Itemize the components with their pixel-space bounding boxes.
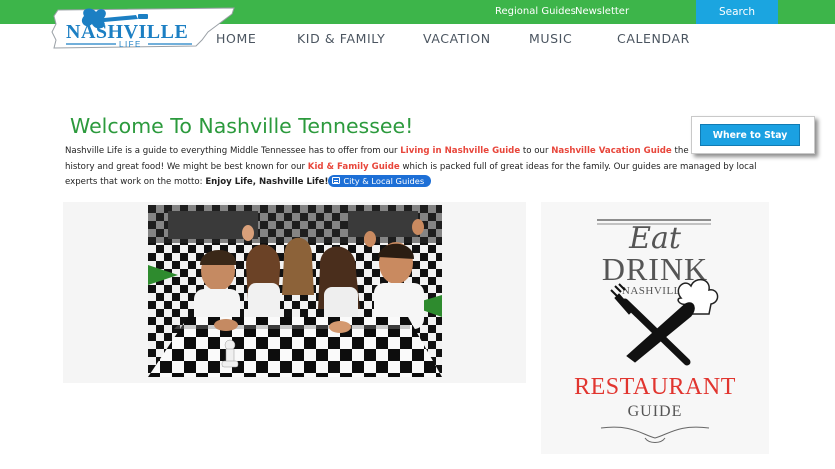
- nav-kid-family[interactable]: KID & FAMILY: [297, 31, 385, 46]
- nav-calendar[interactable]: CALENDAR: [617, 31, 690, 46]
- city-local-guides-label: City & Local Guides: [343, 176, 425, 187]
- page-title: Welcome To Nashville Tennessee!: [70, 114, 414, 138]
- nav-music[interactable]: MUSIC: [529, 31, 572, 46]
- search-button[interactable]: Search: [696, 0, 778, 24]
- nav-vacation[interactable]: VACATION: [423, 31, 491, 46]
- friends-chessboard-photo[interactable]: [148, 205, 442, 377]
- living-in-nashville-link[interactable]: Living in Nashville Guide: [400, 146, 520, 156]
- eat-drink-nashville-logo: Eat DRINK NASHVILLE RESTAURANT GUIDE: [574, 219, 736, 443]
- nav-home[interactable]: HOME: [216, 31, 256, 46]
- restaurant-guide-panel[interactable]: Eat DRINK NASHVILLE RESTAURANT GUIDE: [541, 202, 769, 454]
- intro-paragraph: Nashville Life is a guide to everything …: [65, 144, 765, 191]
- regional-guides-link[interactable]: Regional Guides: [495, 0, 576, 24]
- list-icon: [332, 177, 341, 185]
- where-to-stay-widget: Where to Stay: [691, 116, 815, 154]
- nashville-vacation-link[interactable]: Nashville Vacation Guide: [551, 146, 672, 156]
- motto: Enjoy Life, Nashville Life!: [205, 177, 329, 188]
- nashville-life-logo[interactable]: NASHVILLE LIFE: [46, 2, 242, 52]
- intro-text-1: Nashville Life is a guide to everything …: [65, 146, 401, 156]
- logo-graphic: NASHVILLE LIFE: [51, 7, 235, 49]
- logo-drink: DRINK: [602, 251, 708, 287]
- feature-photo-panel: [63, 202, 526, 383]
- logo-tagline: LIFE: [119, 40, 142, 49]
- intro-text-2: to our: [520, 146, 552, 156]
- logo-restaurant: RESTAURANT: [574, 374, 736, 400]
- where-to-stay-button[interactable]: Where to Stay: [700, 124, 800, 146]
- newsletter-link[interactable]: Newsletter: [575, 0, 629, 24]
- kid-family-guide-link[interactable]: Kid & Family Guide: [308, 162, 400, 172]
- city-local-guides-button[interactable]: City & Local Guides: [328, 175, 432, 188]
- logo-guide: GUIDE: [628, 403, 683, 420]
- photo-illustration: [148, 205, 442, 377]
